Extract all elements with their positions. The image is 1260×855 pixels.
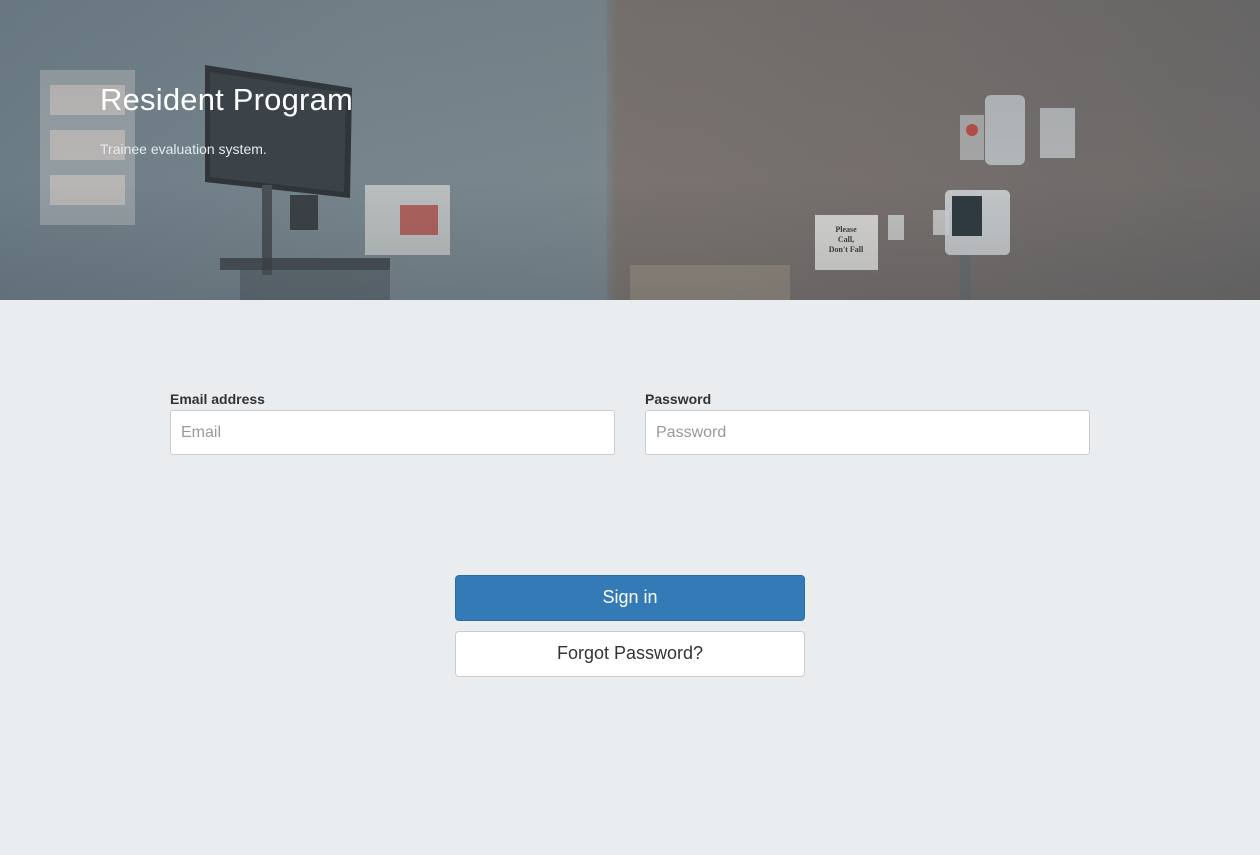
hero-banner: Please Call, Don't Fall Resident Program… xyxy=(0,0,1260,300)
password-input[interactable] xyxy=(645,410,1090,455)
email-field-group: Email address xyxy=(170,391,615,455)
password-label: Password xyxy=(645,391,712,407)
sign-in-button[interactable]: Sign in xyxy=(455,575,805,621)
password-field-group: Password xyxy=(645,391,1090,455)
email-input[interactable] xyxy=(170,410,615,455)
page-subtitle: Trainee evaluation system. xyxy=(100,141,267,157)
email-label: Email address xyxy=(170,391,265,407)
page-title: Resident Program xyxy=(100,82,354,117)
forgot-password-button[interactable]: Forgot Password? xyxy=(455,631,805,677)
